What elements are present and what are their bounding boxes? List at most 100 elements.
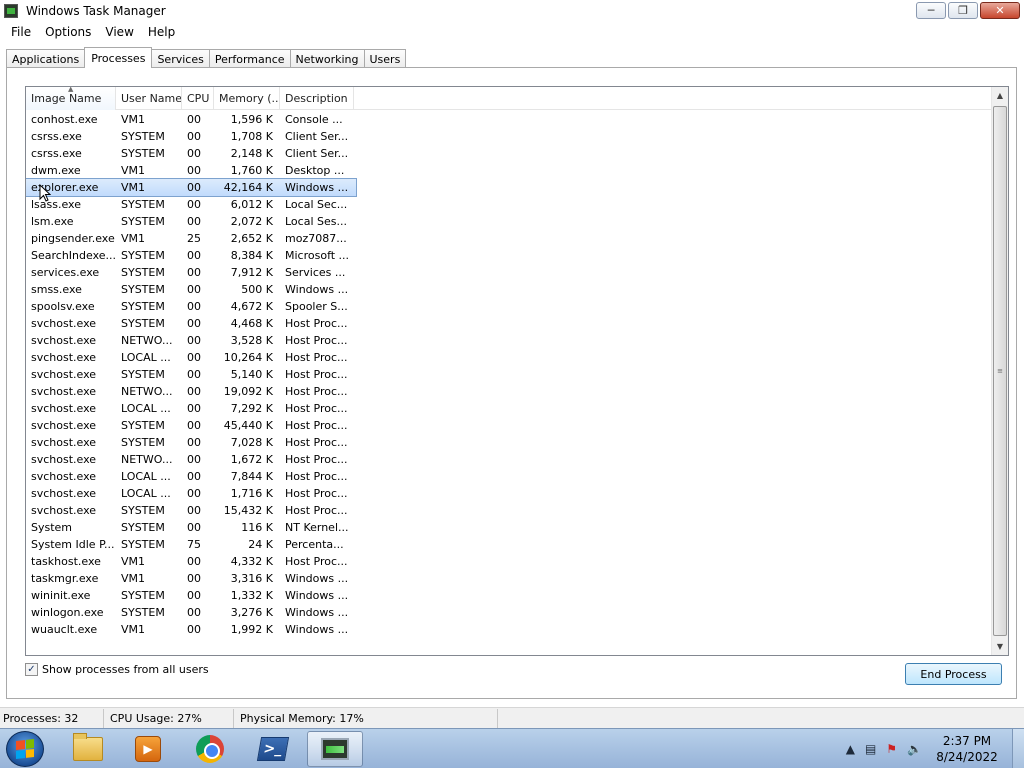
table-row[interactable]: svchost.exe SYSTEM 00 4,468 K Host Proc... xyxy=(26,315,356,332)
table-row[interactable]: pingsender.exe VM1 25 2,652 K moz7087... xyxy=(26,230,356,247)
table-row[interactable]: conhost.exe VM1 00 1,596 K Console ... xyxy=(26,111,356,128)
table-row[interactable]: System SYSTEM 00 116 K NT Kernel... xyxy=(26,519,356,536)
tab-networking[interactable]: Networking xyxy=(289,49,365,68)
table-row[interactable]: services.exe SYSTEM 00 7,912 K Services ... xyxy=(26,264,356,281)
tab-processes[interactable]: Processes xyxy=(84,47,153,68)
table-row[interactable]: taskhost.exe VM1 00 4,332 K Host Proc... xyxy=(26,553,356,570)
table-row[interactable]: System Idle P... SYSTEM 75 24 K Percenta... xyxy=(26,536,356,553)
table-row[interactable]: explorer.exe VM1 00 42,164 K Windows ... xyxy=(26,178,357,197)
column-image-name[interactable]: ▲ Image Name xyxy=(26,87,116,110)
process-user: SYSTEM xyxy=(121,266,165,279)
menu-bar: File Options View Help xyxy=(0,22,1024,42)
show-all-users-checkbox[interactable]: ✓ xyxy=(25,663,38,676)
scroll-down-arrow-icon[interactable]: ▼ xyxy=(992,638,1008,655)
tab-applications[interactable]: Applications xyxy=(6,49,86,68)
table-row[interactable]: winlogon.exe SYSTEM 00 3,276 K Windows ... xyxy=(26,604,356,621)
process-name: services.exe xyxy=(31,266,100,279)
action-center-flag-icon[interactable]: ⚑ xyxy=(886,742,897,756)
table-row[interactable]: svchost.exe NETWO... 00 19,092 K Host Proc..… xyxy=(26,383,356,400)
table-row[interactable]: wuauclt.exe VM1 00 1,992 K Windows ... xyxy=(26,621,356,638)
process-user: VM1 xyxy=(121,555,146,568)
taskbar: ▶ >_ ▲ ▤ ⚑ 🔈 2:37 PM 8/24/2022 xyxy=(0,728,1024,768)
process-cpu: 00 xyxy=(187,351,201,364)
clock[interactable]: 2:37 PM 8/24/2022 xyxy=(932,733,1002,765)
process-list[interactable]: ▲ Image Name User Name CPU Memory (... D… xyxy=(25,86,1009,656)
show-hidden-icons-arrow[interactable]: ▲ xyxy=(846,742,855,756)
process-memory: 4,468 K xyxy=(230,317,273,330)
start-orb[interactable] xyxy=(6,731,44,767)
process-description: Host Proc... xyxy=(285,368,348,381)
show-desktop-button[interactable] xyxy=(1012,729,1024,768)
table-row[interactable]: spoolsv.exe SYSTEM 00 4,672 K Spooler S... xyxy=(26,298,356,315)
status-cpu-usage: CPU Usage: 27% xyxy=(104,708,234,728)
windows-explorer-icon[interactable] xyxy=(60,731,116,767)
menu-options[interactable]: Options xyxy=(38,25,98,39)
column-description[interactable]: Description xyxy=(280,87,354,110)
table-row[interactable]: csrss.exe SYSTEM 00 1,708 K Client Ser... xyxy=(26,128,356,145)
maximize-button[interactable]: ❐ xyxy=(948,2,978,19)
process-description: Host Proc... xyxy=(285,351,348,364)
process-memory: 7,292 K xyxy=(230,402,273,415)
process-description: Host Proc... xyxy=(285,453,348,466)
table-row[interactable]: svchost.exe SYSTEM 00 5,140 K Host Proc... xyxy=(26,366,356,383)
menu-help[interactable]: Help xyxy=(141,25,182,39)
table-row[interactable]: svchost.exe LOCAL ... 00 7,292 K Host Proc..… xyxy=(26,400,356,417)
table-row[interactable]: SearchIndexe... SYSTEM 00 8,384 K Microsoft … xyxy=(26,247,356,264)
scroll-thumb[interactable]: ≡ xyxy=(993,106,1007,636)
process-memory: 19,092 K xyxy=(223,385,273,398)
table-row[interactable]: lsass.exe SYSTEM 00 6,012 K Local Sec... xyxy=(26,196,356,213)
tab-users[interactable]: Users xyxy=(363,49,407,68)
process-name: conhost.exe xyxy=(31,113,98,126)
scroll-up-arrow-icon[interactable]: ▲ xyxy=(992,87,1008,104)
task-manager-taskbar-button[interactable] xyxy=(307,731,363,767)
table-row[interactable]: smss.exe SYSTEM 00 500 K Windows ... xyxy=(26,281,356,298)
process-name: svchost.exe xyxy=(31,368,97,381)
table-row[interactable]: dwm.exe VM1 00 1,760 K Desktop ... xyxy=(26,162,356,179)
process-memory: 4,672 K xyxy=(230,300,273,313)
process-description: Windows ... xyxy=(285,606,349,619)
end-process-button[interactable]: End Process xyxy=(905,663,1002,685)
minimize-button[interactable]: ─ xyxy=(916,2,946,19)
tab-performance[interactable]: Performance xyxy=(208,49,291,68)
table-row[interactable]: svchost.exe LOCAL ... 00 10,264 K Host Proc.… xyxy=(26,349,356,366)
table-row[interactable]: wininit.exe SYSTEM 00 1,332 K Windows ... xyxy=(26,587,356,604)
close-button[interactable]: ✕ xyxy=(980,2,1020,19)
process-description: Windows ... xyxy=(285,283,349,296)
table-row[interactable]: svchost.exe NETWO... 00 1,672 K Host Proc... xyxy=(26,451,356,468)
process-user: LOCAL ... xyxy=(121,351,171,364)
menu-file[interactable]: File xyxy=(4,25,38,39)
menu-view[interactable]: View xyxy=(98,25,140,39)
process-memory: 10,264 K xyxy=(223,351,273,364)
process-cpu: 00 xyxy=(187,436,201,449)
volume-icon[interactable]: 🔈 xyxy=(907,742,922,756)
media-player-icon[interactable]: ▶ xyxy=(120,731,176,767)
column-user-name[interactable]: User Name xyxy=(116,87,182,110)
process-description: Spooler S... xyxy=(285,300,348,313)
table-row[interactable]: svchost.exe SYSTEM 00 7,028 K Host Proc... xyxy=(26,434,356,451)
column-cpu[interactable]: CPU xyxy=(182,87,214,110)
tab-services[interactable]: Services xyxy=(151,49,210,68)
process-description: Console ... xyxy=(285,113,343,126)
chrome-icon[interactable] xyxy=(182,731,238,767)
process-memory: 7,844 K xyxy=(230,470,273,483)
table-row[interactable]: lsm.exe SYSTEM 00 2,072 K Local Ses... xyxy=(26,213,356,230)
process-memory: 3,528 K xyxy=(230,334,273,347)
show-all-users-option[interactable]: ✓ Show processes from all users xyxy=(25,663,209,676)
process-description: Client Ser... xyxy=(285,130,349,143)
table-row[interactable]: taskmgr.exe VM1 00 3,316 K Windows ... xyxy=(26,570,356,587)
powershell-icon[interactable]: >_ xyxy=(245,731,301,767)
table-row[interactable]: svchost.exe SYSTEM 00 15,432 K Host Proc... xyxy=(26,502,356,519)
table-row[interactable]: csrss.exe SYSTEM 00 2,148 K Client Ser... xyxy=(26,145,356,162)
table-row[interactable]: svchost.exe SYSTEM 00 45,440 K Host Proc... xyxy=(26,417,356,434)
process-cpu: 25 xyxy=(187,232,201,245)
process-description: Host Proc... xyxy=(285,419,348,432)
process-name: csrss.exe xyxy=(31,130,82,143)
table-row[interactable]: svchost.exe NETWO... 00 3,528 K Host Proc... xyxy=(26,332,356,349)
table-row[interactable]: svchost.exe LOCAL ... 00 7,844 K Host Proc..… xyxy=(26,468,356,485)
column-memory[interactable]: Memory (... xyxy=(214,87,280,110)
vertical-scrollbar[interactable]: ▲ ≡ ▼ xyxy=(991,87,1008,655)
tab-strip: Applications Processes Services Performa… xyxy=(6,47,407,68)
process-memory: 42,164 K xyxy=(223,181,273,194)
table-row[interactable]: svchost.exe LOCAL ... 00 1,716 K Host Proc..… xyxy=(26,485,356,502)
network-icon[interactable]: ▤ xyxy=(865,742,876,756)
